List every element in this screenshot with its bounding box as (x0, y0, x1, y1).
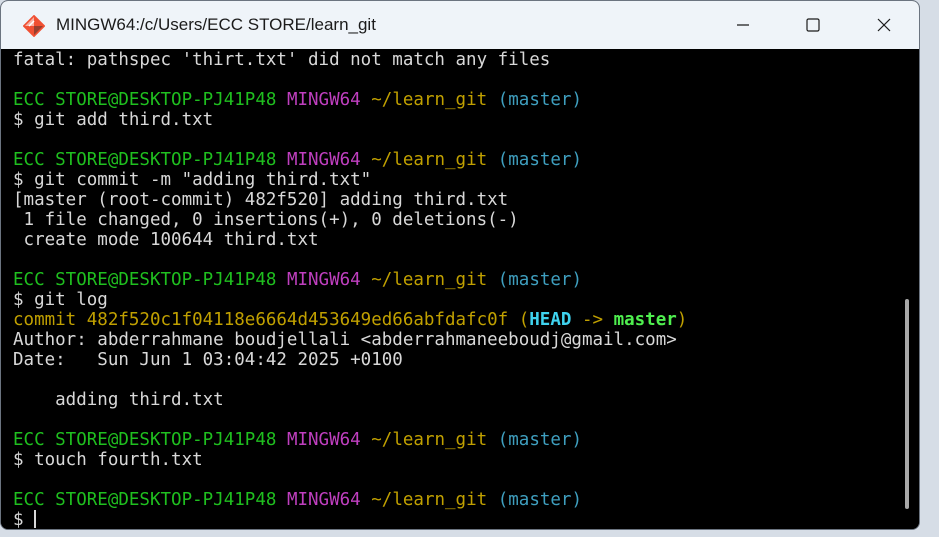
terminal-window: MINGW64:/c/Users/ECC STORE/learn_git fat… (0, 0, 920, 530)
command-line: $ git add third.txt (13, 110, 214, 130)
prompt-branch: (master) (497, 270, 583, 290)
log-commit-hash: commit 482f520c1f04118e6664d453649ed66ab… (13, 310, 530, 330)
prompt-env: MINGW64 (286, 90, 361, 110)
log-arrow: -> (571, 310, 614, 330)
prompt-user-host: ECC STORE@DESKTOP-PJ41P48 (13, 150, 277, 170)
log-author-line: Author: abderrahmane boudjellali <abderr… (13, 330, 677, 350)
prompt-line: ECC STORE@DESKTOP-PJ41P48 MINGW64 ~/lear… (13, 90, 582, 110)
fatal-error-line: fatal: pathspec 'thirt.txt' did not matc… (13, 50, 551, 70)
log-commit-line: commit 482f520c1f04118e6664d453649ed66ab… (13, 310, 687, 330)
input-line[interactable]: $ (13, 510, 37, 530)
terminal-output[interactable]: fatal: pathspec 'thirt.txt' did not matc… (1, 49, 919, 530)
output-line: [master (root-commit) 482f520] adding th… (13, 190, 509, 210)
prompt-env: MINGW64 (286, 270, 361, 290)
window-title: MINGW64:/c/Users/ECC STORE/learn_git (56, 15, 376, 34)
prompt-branch: (master) (497, 490, 583, 510)
prompt-line: ECC STORE@DESKTOP-PJ41P48 MINGW64 ~/lear… (13, 490, 582, 510)
prompt-line: ECC STORE@DESKTOP-PJ41P48 MINGW64 ~/lear… (13, 150, 582, 170)
log-message-line: adding third.txt (13, 390, 224, 410)
prompt-line: ECC STORE@DESKTOP-PJ41P48 MINGW64 ~/lear… (13, 270, 582, 290)
prompt-user-host: ECC STORE@DESKTOP-PJ41P48 (13, 430, 277, 450)
prompt-path: ~/learn_git (371, 430, 488, 450)
log-head-ref: HEAD (529, 310, 572, 330)
prompt-path: ~/learn_git (371, 270, 488, 290)
command-line: $ git log (13, 290, 108, 310)
close-button[interactable] (849, 1, 919, 49)
prompt-line: ECC STORE@DESKTOP-PJ41P48 MINGW64 ~/lear… (13, 430, 582, 450)
prompt-env: MINGW64 (286, 430, 361, 450)
minimize-button[interactable] (708, 1, 778, 49)
maximize-button[interactable] (778, 1, 848, 49)
text-cursor (34, 510, 37, 528)
command-line: $ touch fourth.txt (13, 450, 203, 470)
prompt-path: ~/learn_git (371, 490, 488, 510)
prompt-user-host: ECC STORE@DESKTOP-PJ41P48 (13, 490, 277, 510)
output-line: create mode 100644 third.txt (13, 230, 319, 250)
minimize-icon (737, 24, 749, 26)
close-icon (877, 18, 891, 32)
prompt-user-host: ECC STORE@DESKTOP-PJ41P48 (13, 270, 277, 290)
prompt-path: ~/learn_git (371, 90, 488, 110)
scrollbar-thumb[interactable] (905, 299, 909, 509)
prompt-path: ~/learn_git (371, 150, 488, 170)
maximize-icon (806, 18, 820, 32)
log-close-paren: ) (676, 310, 688, 330)
log-date-line: Date: Sun Jun 1 03:04:42 2025 +0100 (13, 350, 403, 370)
prompt-branch: (master) (497, 90, 583, 110)
prompt-branch: (master) (497, 430, 583, 450)
prompt-user-host: ECC STORE@DESKTOP-PJ41P48 (13, 90, 277, 110)
prompt-branch: (master) (497, 150, 583, 170)
prompt-env: MINGW64 (286, 150, 361, 170)
log-master-ref: master (613, 310, 677, 330)
output-line: 1 file changed, 0 insertions(+), 0 delet… (13, 210, 519, 230)
prompt-env: MINGW64 (286, 490, 361, 510)
title-bar[interactable]: MINGW64:/c/Users/ECC STORE/learn_git (1, 1, 919, 49)
command-line: $ git commit -m "adding third.txt" (13, 170, 372, 190)
git-bash-icon (23, 15, 45, 37)
input-prompt: $ (13, 510, 35, 530)
